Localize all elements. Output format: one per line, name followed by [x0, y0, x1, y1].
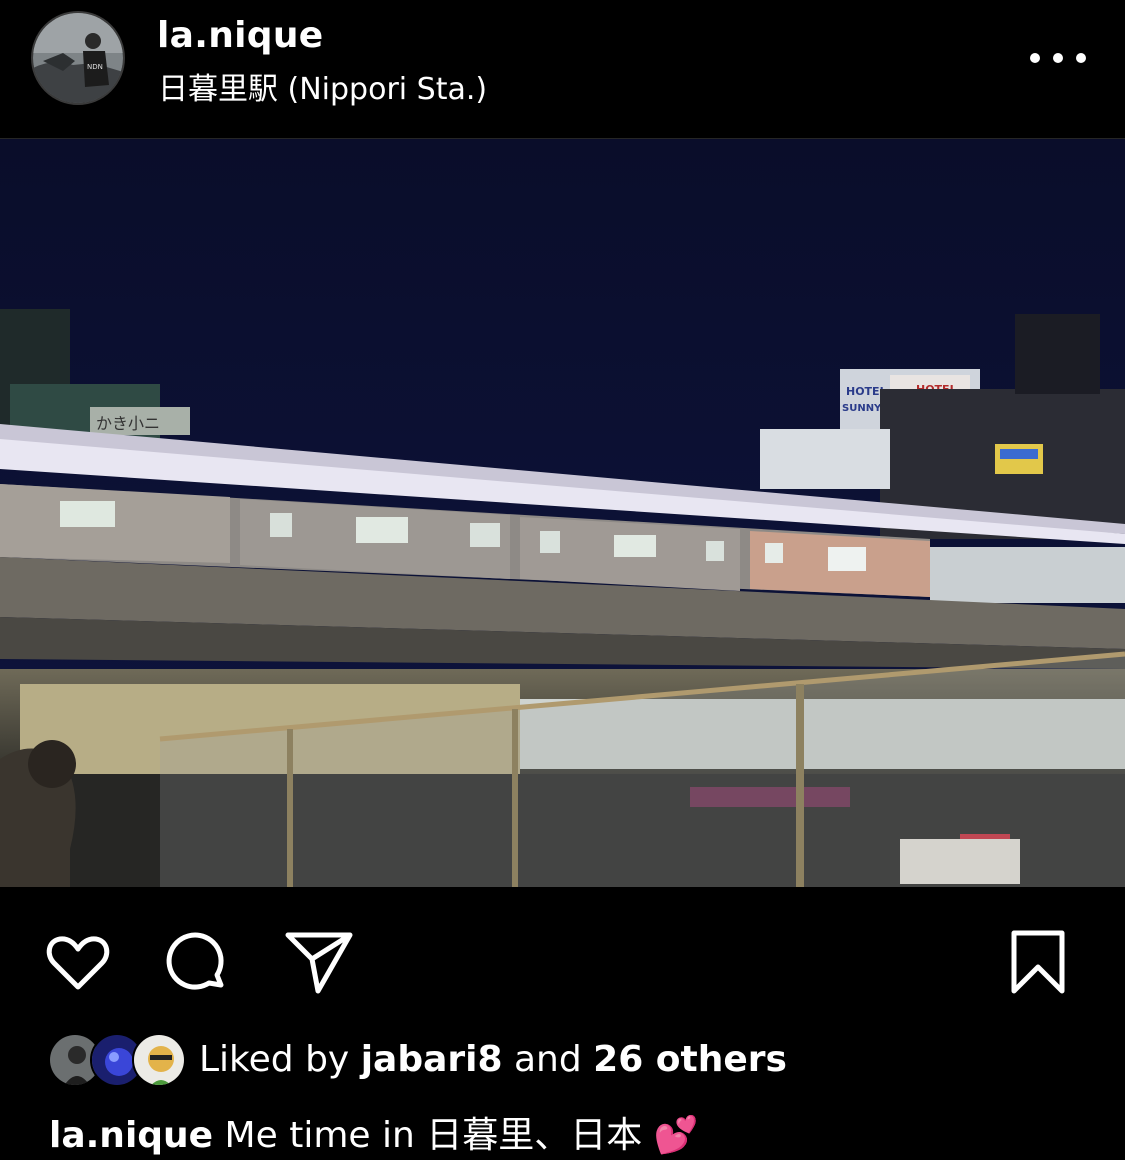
dot	[1076, 53, 1086, 63]
liked-by-username[interactable]: jabari8	[361, 1039, 503, 1080]
shop-sign: かき小ニ	[96, 414, 160, 433]
svg-text:SUNNY: SUNNY	[842, 403, 882, 414]
post-actions	[0, 887, 1125, 1027]
dot	[1030, 53, 1040, 63]
post-header: NDN la.nique 日暮里駅 (Nippori Sta.)	[0, 0, 1125, 139]
avatar-photo: NDN	[33, 13, 123, 103]
post-location[interactable]: 日暮里駅 (Nippori Sta.)	[158, 64, 487, 108]
caption-username[interactable]: la.nique	[49, 1115, 213, 1156]
likes-text: Liked by jabari8 and 26 others	[199, 1039, 787, 1080]
two-hearts-emoji: 💕	[653, 1115, 699, 1156]
nippori-station-night-image: かき小ニ HOTEL SUNNY HOTEL SU	[0, 139, 1125, 887]
user-avatar[interactable]: NDN	[31, 11, 125, 105]
post-username[interactable]: la.nique	[157, 15, 324, 56]
likes-summary[interactable]: Liked by jabari8 and 26 others	[48, 1033, 1108, 1089]
heart-icon[interactable]	[42, 927, 114, 999]
bookmark-icon[interactable]	[1002, 927, 1074, 999]
likes-others-count[interactable]: 26 others	[593, 1039, 787, 1080]
send-icon[interactable]	[284, 927, 356, 999]
comment-icon[interactable]	[163, 927, 235, 999]
likes-prefix: Liked by	[199, 1039, 350, 1080]
caption-text: Me time in 日暮里、日本	[224, 1115, 643, 1156]
post-photo[interactable]: かき小ニ HOTEL SUNNY HOTEL SU	[0, 139, 1125, 887]
liker-avatar	[132, 1033, 186, 1087]
dot	[1053, 53, 1063, 63]
likes-and: and	[513, 1039, 582, 1080]
svg-text:NDN: NDN	[87, 63, 103, 71]
post-caption: la.nique Me time in 日暮里、日本 💕	[49, 1106, 699, 1158]
more-options-icon[interactable]	[1030, 44, 1086, 72]
